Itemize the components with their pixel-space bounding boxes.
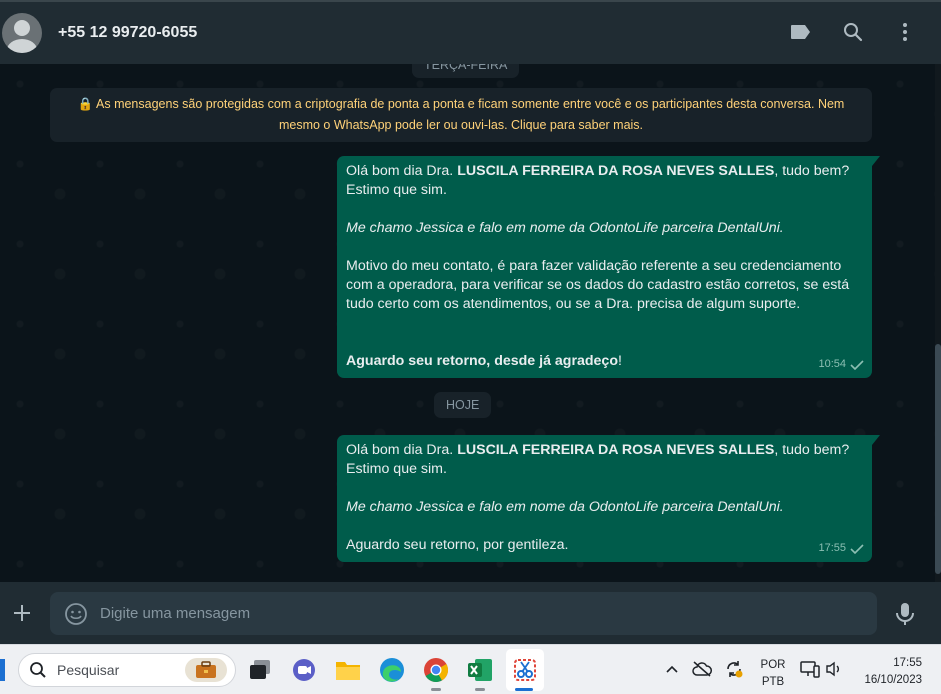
sync-alert-icon[interactable]	[724, 659, 744, 679]
contact-avatar[interactable]	[2, 13, 42, 53]
message-intro: Me chamo Jessica e falo em nome da Odont…	[346, 220, 784, 236]
system-clock[interactable]: 17:55 16/10/2023	[856, 655, 922, 689]
attach-plus-icon[interactable]	[10, 601, 34, 625]
taskbar-search[interactable]: Pesquisar	[18, 653, 236, 687]
microphone-icon[interactable]	[895, 602, 915, 626]
message-input[interactable]: Digite uma mensagem	[50, 592, 877, 635]
scrollbar-thumb[interactable]	[935, 344, 941, 574]
header-actions	[789, 20, 917, 44]
message-meta: 10:54	[818, 355, 864, 374]
task-view-icon[interactable]	[246, 656, 274, 684]
chrome-running-indicator	[431, 688, 441, 691]
chat-header: +55 12 99720-6055	[0, 0, 941, 64]
speaker-icon[interactable]	[824, 659, 844, 679]
encryption-notice[interactable]: 🔒 As mensagens são protegidas com a crip…	[50, 88, 872, 142]
message-time: 10:54	[818, 358, 846, 370]
message-bubble-outgoing[interactable]: Olá bom dia Dra. LUSCILA FERREIRA DA ROS…	[337, 156, 880, 378]
message-bubble-outgoing[interactable]: Olá bom dia Dra. LUSCILA FERREIRA DA ROS…	[337, 435, 880, 562]
message-meta: 17:55	[818, 539, 864, 558]
search-icon	[30, 662, 46, 678]
keyboard-layout: PTB	[761, 676, 785, 688]
briefcase-icon	[185, 658, 227, 682]
message-greeting: Olá bom dia Dra. LUSCILA FERREIRA DA ROS…	[346, 163, 850, 198]
edge-browser-icon[interactable]	[378, 656, 406, 684]
message-placeholder: Digite uma mensagem	[100, 605, 251, 622]
contact-name[interactable]: +55 12 99720-6055	[58, 24, 197, 42]
snipping-active-indicator	[515, 688, 533, 691]
emoji-icon[interactable]	[64, 602, 88, 626]
excel-running-indicator	[475, 688, 485, 691]
chrome-browser-icon[interactable]	[422, 656, 450, 684]
sent-check-icon	[850, 359, 864, 370]
teams-chat-icon[interactable]	[290, 656, 318, 684]
sent-check-icon	[850, 543, 864, 554]
chevron-up-icon[interactable]	[662, 659, 682, 679]
snipping-tool-icon[interactable]	[511, 656, 539, 684]
clock-time: 17:55	[893, 657, 922, 669]
windows-taskbar: Pesquisar POR PTB 17:55 16/10/2023	[0, 644, 941, 694]
kebab-menu-icon[interactable]	[893, 20, 917, 44]
message-greeting: Olá bom dia Dra. LUSCILA FERREIRA DA ROS…	[346, 442, 850, 477]
cloud-offline-icon[interactable]	[692, 659, 712, 679]
label-icon[interactable]	[789, 20, 813, 44]
file-explorer-icon[interactable]	[334, 656, 362, 684]
start-button-edge[interactable]	[0, 659, 5, 681]
message-time: 17:55	[818, 542, 846, 554]
message-composer: Digite uma mensagem	[0, 582, 941, 644]
day-separator-today: HOJE	[434, 392, 492, 418]
message-closing: Aguardo seu retorno, por gentileza.	[346, 537, 569, 553]
message-intro: Me chamo Jessica e falo em nome da Odont…	[346, 499, 784, 515]
taskbar-search-label: Pesquisar	[57, 662, 120, 678]
excel-icon[interactable]	[466, 656, 494, 684]
display-network-icon[interactable]	[800, 659, 820, 679]
clock-date: 16/10/2023	[864, 674, 922, 686]
language-code: POR	[760, 659, 786, 671]
message-closing: Aguardo seu retorno, desde já agradeço!	[346, 353, 622, 369]
chat-area[interactable]: TERÇA-FEIRA 🔒 As mensagens são protegida…	[0, 64, 941, 582]
message-reason: Motivo do meu contato, é para fazer vali…	[346, 258, 850, 312]
chat-scrollbar[interactable]	[935, 64, 941, 582]
search-icon[interactable]	[841, 20, 865, 44]
day-separator-old: TERÇA-FEIRA	[412, 64, 520, 78]
input-language[interactable]: POR PTB	[758, 657, 788, 691]
